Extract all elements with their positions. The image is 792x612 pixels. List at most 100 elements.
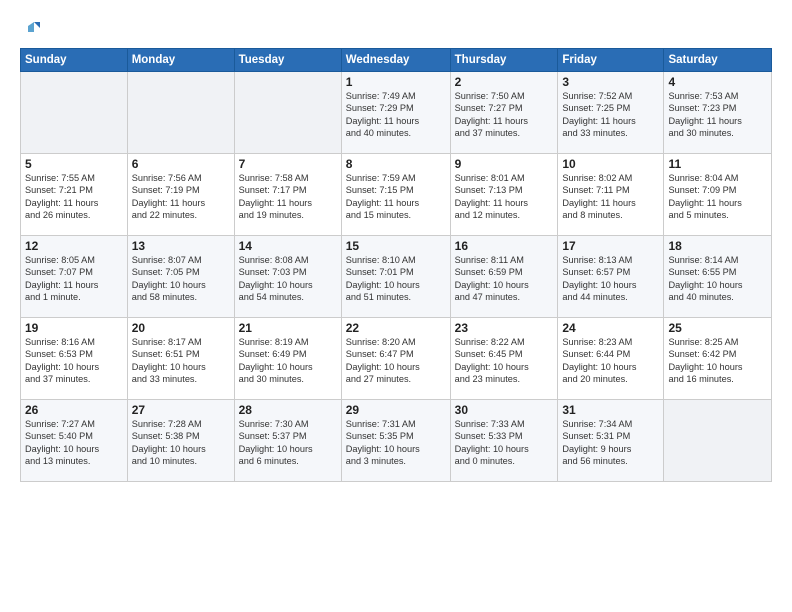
day-number: 30 — [455, 403, 554, 417]
day-number: 22 — [346, 321, 446, 335]
calendar-week-row: 12Sunrise: 8:05 AM Sunset: 7:07 PM Dayli… — [21, 236, 772, 318]
calendar-cell: 6Sunrise: 7:56 AM Sunset: 7:19 PM Daylig… — [127, 154, 234, 236]
calendar: SundayMondayTuesdayWednesdayThursdayFrid… — [20, 48, 772, 482]
calendar-cell: 17Sunrise: 8:13 AM Sunset: 6:57 PM Dayli… — [558, 236, 664, 318]
calendar-cell — [664, 400, 772, 482]
day-info: Sunrise: 7:58 AM Sunset: 7:17 PM Dayligh… — [239, 172, 337, 222]
calendar-cell: 14Sunrise: 8:08 AM Sunset: 7:03 PM Dayli… — [234, 236, 341, 318]
day-number: 5 — [25, 157, 123, 171]
day-info: Sunrise: 8:25 AM Sunset: 6:42 PM Dayligh… — [668, 336, 767, 386]
day-number: 9 — [455, 157, 554, 171]
calendar-cell: 25Sunrise: 8:25 AM Sunset: 6:42 PM Dayli… — [664, 318, 772, 400]
weekday-header: Sunday — [21, 49, 128, 72]
day-info: Sunrise: 8:19 AM Sunset: 6:49 PM Dayligh… — [239, 336, 337, 386]
calendar-cell: 1Sunrise: 7:49 AM Sunset: 7:29 PM Daylig… — [341, 72, 450, 154]
calendar-week-row: 1Sunrise: 7:49 AM Sunset: 7:29 PM Daylig… — [21, 72, 772, 154]
day-info: Sunrise: 7:28 AM Sunset: 5:38 PM Dayligh… — [132, 418, 230, 468]
day-info: Sunrise: 7:55 AM Sunset: 7:21 PM Dayligh… — [25, 172, 123, 222]
day-info: Sunrise: 8:02 AM Sunset: 7:11 PM Dayligh… — [562, 172, 659, 222]
page: SundayMondayTuesdayWednesdayThursdayFrid… — [0, 0, 792, 612]
day-number: 27 — [132, 403, 230, 417]
calendar-week-row: 5Sunrise: 7:55 AM Sunset: 7:21 PM Daylig… — [21, 154, 772, 236]
day-info: Sunrise: 7:31 AM Sunset: 5:35 PM Dayligh… — [346, 418, 446, 468]
calendar-cell: 27Sunrise: 7:28 AM Sunset: 5:38 PM Dayli… — [127, 400, 234, 482]
day-info: Sunrise: 8:22 AM Sunset: 6:45 PM Dayligh… — [455, 336, 554, 386]
day-number: 26 — [25, 403, 123, 417]
day-info: Sunrise: 7:49 AM Sunset: 7:29 PM Dayligh… — [346, 90, 446, 140]
calendar-cell: 5Sunrise: 7:55 AM Sunset: 7:21 PM Daylig… — [21, 154, 128, 236]
day-info: Sunrise: 7:50 AM Sunset: 7:27 PM Dayligh… — [455, 90, 554, 140]
day-number: 28 — [239, 403, 337, 417]
calendar-cell: 21Sunrise: 8:19 AM Sunset: 6:49 PM Dayli… — [234, 318, 341, 400]
day-info: Sunrise: 8:23 AM Sunset: 6:44 PM Dayligh… — [562, 336, 659, 386]
calendar-cell: 11Sunrise: 8:04 AM Sunset: 7:09 PM Dayli… — [664, 154, 772, 236]
calendar-cell: 10Sunrise: 8:02 AM Sunset: 7:11 PM Dayli… — [558, 154, 664, 236]
logo-icon — [20, 18, 42, 40]
day-number: 18 — [668, 239, 767, 253]
calendar-cell: 16Sunrise: 8:11 AM Sunset: 6:59 PM Dayli… — [450, 236, 558, 318]
weekday-header: Wednesday — [341, 49, 450, 72]
weekday-header: Monday — [127, 49, 234, 72]
day-number: 3 — [562, 75, 659, 89]
weekday-header: Saturday — [664, 49, 772, 72]
day-info: Sunrise: 7:33 AM Sunset: 5:33 PM Dayligh… — [455, 418, 554, 468]
day-info: Sunrise: 8:05 AM Sunset: 7:07 PM Dayligh… — [25, 254, 123, 304]
calendar-cell: 4Sunrise: 7:53 AM Sunset: 7:23 PM Daylig… — [664, 72, 772, 154]
day-info: Sunrise: 7:53 AM Sunset: 7:23 PM Dayligh… — [668, 90, 767, 140]
calendar-cell: 18Sunrise: 8:14 AM Sunset: 6:55 PM Dayli… — [664, 236, 772, 318]
calendar-cell — [234, 72, 341, 154]
day-number: 31 — [562, 403, 659, 417]
calendar-cell: 31Sunrise: 7:34 AM Sunset: 5:31 PM Dayli… — [558, 400, 664, 482]
calendar-week-row: 19Sunrise: 8:16 AM Sunset: 6:53 PM Dayli… — [21, 318, 772, 400]
day-number: 19 — [25, 321, 123, 335]
calendar-cell: 7Sunrise: 7:58 AM Sunset: 7:17 PM Daylig… — [234, 154, 341, 236]
day-number: 20 — [132, 321, 230, 335]
day-info: Sunrise: 8:16 AM Sunset: 6:53 PM Dayligh… — [25, 336, 123, 386]
weekday-header-row: SundayMondayTuesdayWednesdayThursdayFrid… — [21, 49, 772, 72]
calendar-cell: 2Sunrise: 7:50 AM Sunset: 7:27 PM Daylig… — [450, 72, 558, 154]
day-number: 2 — [455, 75, 554, 89]
day-number: 23 — [455, 321, 554, 335]
calendar-cell: 3Sunrise: 7:52 AM Sunset: 7:25 PM Daylig… — [558, 72, 664, 154]
day-info: Sunrise: 8:11 AM Sunset: 6:59 PM Dayligh… — [455, 254, 554, 304]
calendar-cell: 12Sunrise: 8:05 AM Sunset: 7:07 PM Dayli… — [21, 236, 128, 318]
day-info: Sunrise: 8:17 AM Sunset: 6:51 PM Dayligh… — [132, 336, 230, 386]
day-number: 1 — [346, 75, 446, 89]
calendar-cell: 28Sunrise: 7:30 AM Sunset: 5:37 PM Dayli… — [234, 400, 341, 482]
day-number: 14 — [239, 239, 337, 253]
day-info: Sunrise: 8:04 AM Sunset: 7:09 PM Dayligh… — [668, 172, 767, 222]
day-number: 13 — [132, 239, 230, 253]
day-number: 10 — [562, 157, 659, 171]
day-info: Sunrise: 8:01 AM Sunset: 7:13 PM Dayligh… — [455, 172, 554, 222]
header — [20, 18, 772, 40]
calendar-cell — [21, 72, 128, 154]
calendar-cell: 24Sunrise: 8:23 AM Sunset: 6:44 PM Dayli… — [558, 318, 664, 400]
weekday-header: Thursday — [450, 49, 558, 72]
calendar-cell: 9Sunrise: 8:01 AM Sunset: 7:13 PM Daylig… — [450, 154, 558, 236]
day-number: 4 — [668, 75, 767, 89]
day-number: 7 — [239, 157, 337, 171]
calendar-cell: 15Sunrise: 8:10 AM Sunset: 7:01 PM Dayli… — [341, 236, 450, 318]
day-info: Sunrise: 8:10 AM Sunset: 7:01 PM Dayligh… — [346, 254, 446, 304]
calendar-cell: 26Sunrise: 7:27 AM Sunset: 5:40 PM Dayli… — [21, 400, 128, 482]
calendar-cell: 19Sunrise: 8:16 AM Sunset: 6:53 PM Dayli… — [21, 318, 128, 400]
calendar-cell: 8Sunrise: 7:59 AM Sunset: 7:15 PM Daylig… — [341, 154, 450, 236]
calendar-cell: 23Sunrise: 8:22 AM Sunset: 6:45 PM Dayli… — [450, 318, 558, 400]
calendar-cell: 13Sunrise: 8:07 AM Sunset: 7:05 PM Dayli… — [127, 236, 234, 318]
calendar-cell: 22Sunrise: 8:20 AM Sunset: 6:47 PM Dayli… — [341, 318, 450, 400]
day-info: Sunrise: 7:59 AM Sunset: 7:15 PM Dayligh… — [346, 172, 446, 222]
day-info: Sunrise: 7:52 AM Sunset: 7:25 PM Dayligh… — [562, 90, 659, 140]
day-info: Sunrise: 8:08 AM Sunset: 7:03 PM Dayligh… — [239, 254, 337, 304]
day-info: Sunrise: 7:56 AM Sunset: 7:19 PM Dayligh… — [132, 172, 230, 222]
day-number: 15 — [346, 239, 446, 253]
day-number: 12 — [25, 239, 123, 253]
day-info: Sunrise: 8:20 AM Sunset: 6:47 PM Dayligh… — [346, 336, 446, 386]
day-info: Sunrise: 8:07 AM Sunset: 7:05 PM Dayligh… — [132, 254, 230, 304]
calendar-cell: 20Sunrise: 8:17 AM Sunset: 6:51 PM Dayli… — [127, 318, 234, 400]
day-number: 6 — [132, 157, 230, 171]
day-number: 29 — [346, 403, 446, 417]
day-number: 11 — [668, 157, 767, 171]
day-number: 25 — [668, 321, 767, 335]
day-number: 16 — [455, 239, 554, 253]
calendar-week-row: 26Sunrise: 7:27 AM Sunset: 5:40 PM Dayli… — [21, 400, 772, 482]
